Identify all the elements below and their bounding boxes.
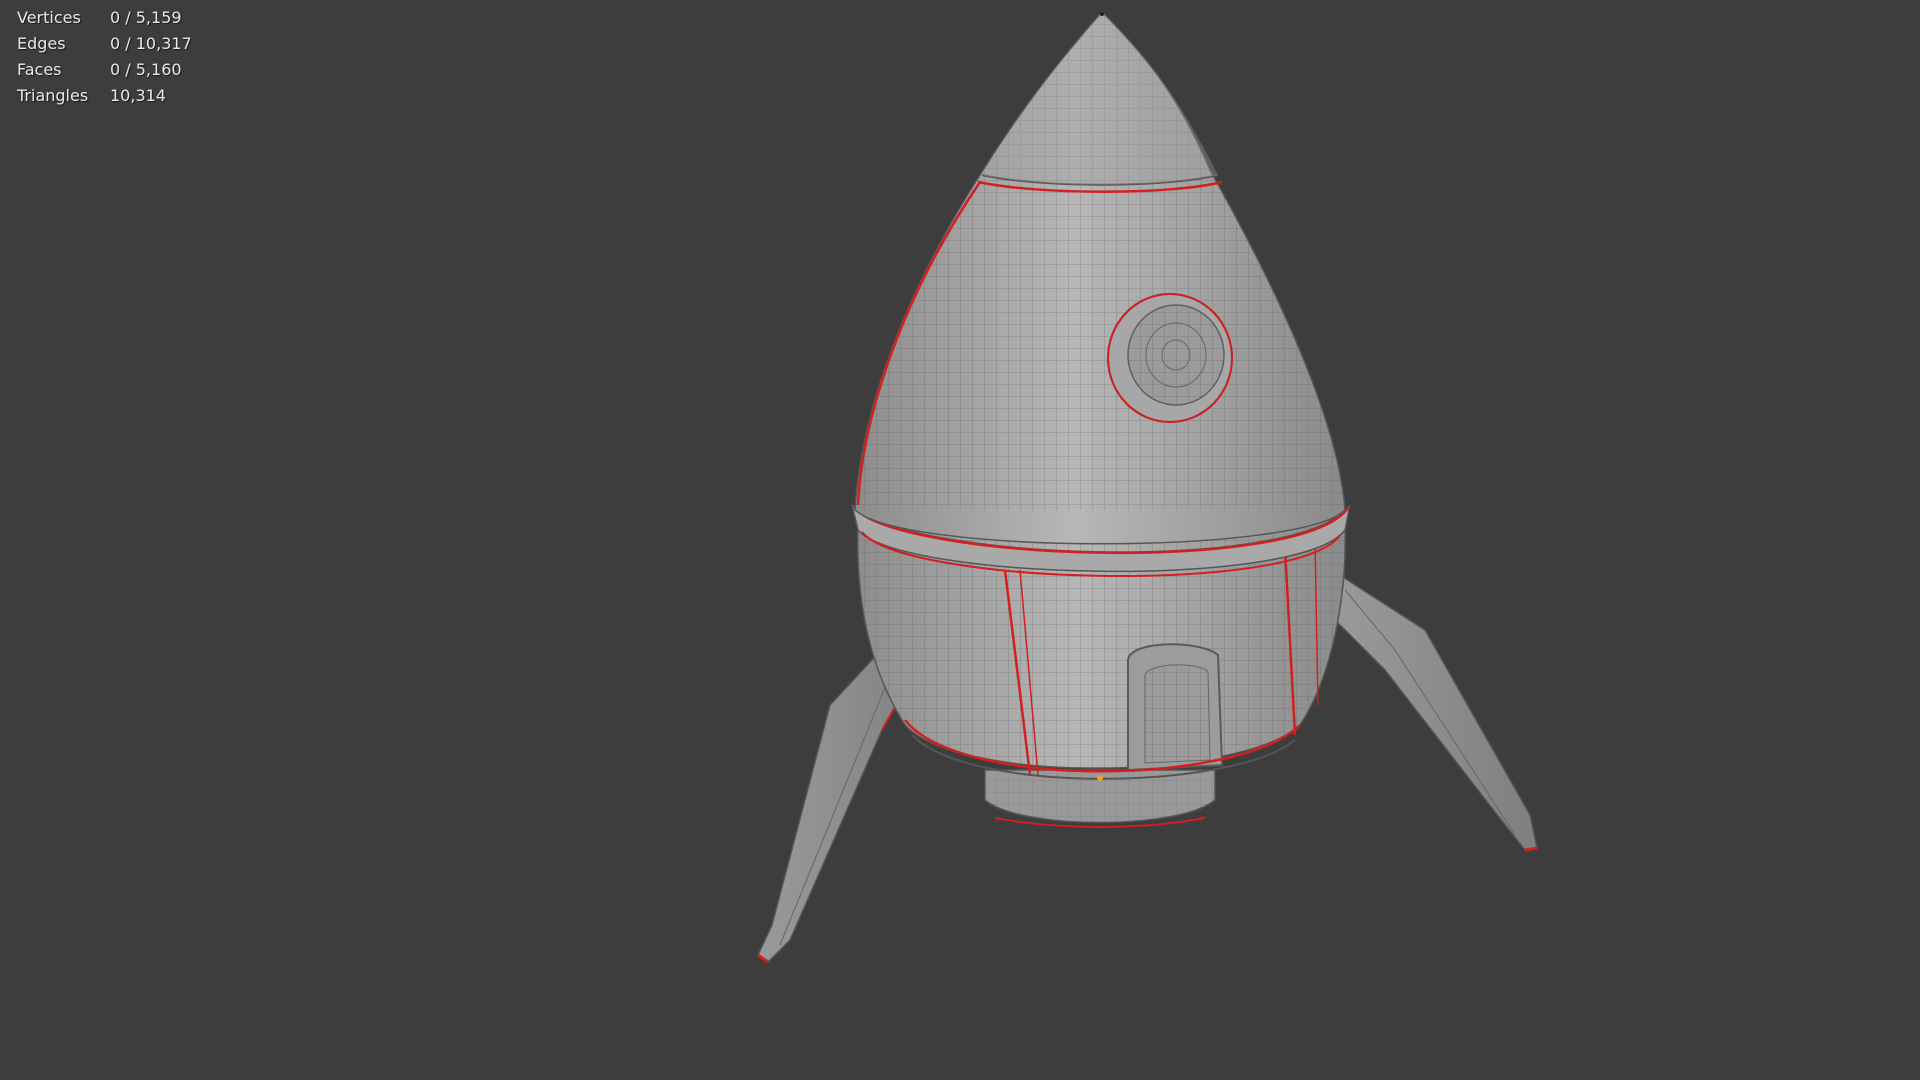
right-landing-leg <box>1334 573 1538 852</box>
object-origin-dot <box>1097 775 1103 781</box>
3d-viewport[interactable]: Vertices 0 / 5,159 Edges 0 / 10,317 Face… <box>0 0 1920 1080</box>
porthole-window <box>1107 293 1233 423</box>
nose-tip <box>1100 12 1104 16</box>
rocket-upper-body <box>854 10 1346 545</box>
rocket-mesh-model[interactable] <box>0 0 1920 1080</box>
